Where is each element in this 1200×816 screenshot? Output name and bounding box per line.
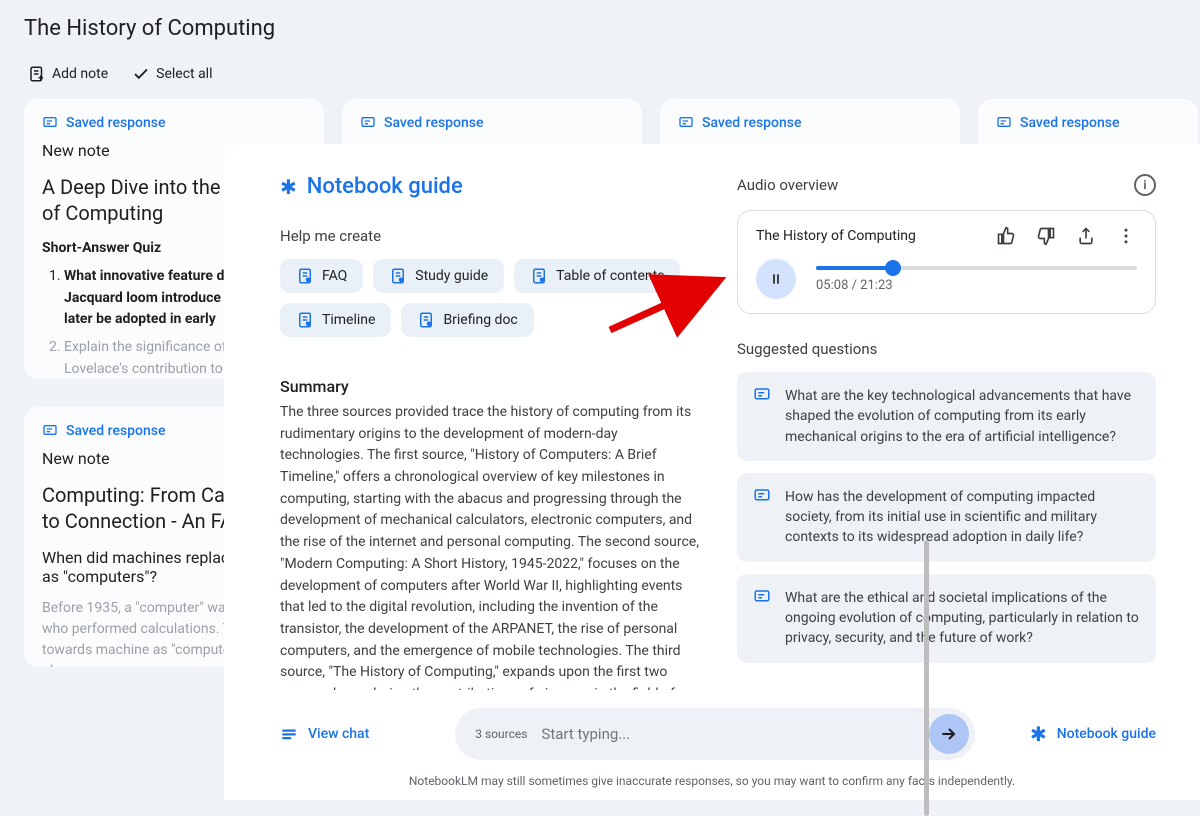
saved-response-badge: Saved response [678, 115, 942, 131]
guide-left-column: ✱ Notebook guide Help me create FAQ Stud… [224, 144, 729, 690]
suggested-question[interactable]: What are the key technological advanceme… [737, 372, 1156, 461]
toolbar: Add note Select all [0, 57, 1200, 99]
notebook-guide-link[interactable]: ✱ Notebook guide [1030, 722, 1156, 746]
chip-faq[interactable]: FAQ [280, 259, 363, 293]
summary-text: The three sources provided trace the his… [280, 402, 699, 690]
select-all-label: Select all [156, 66, 212, 82]
suggested-question[interactable]: What are the ethical and societal implic… [737, 574, 1156, 663]
doc-icon [296, 311, 314, 329]
saved-response-badge: Saved response [996, 115, 1180, 131]
chat-icon [678, 115, 694, 131]
notebook-guide-panel: ✱ Notebook guide Help me create FAQ Stud… [224, 144, 1200, 800]
chip-study-guide[interactable]: Study guide [373, 259, 504, 293]
doc-icon [530, 267, 548, 285]
add-note-label: Add note [52, 66, 108, 82]
saved-response-badge: Saved response [42, 115, 306, 131]
sparkle-icon: ✱ [280, 175, 297, 199]
chip-timeline[interactable]: Timeline [280, 303, 391, 337]
slider-fill [816, 266, 893, 270]
add-note-button[interactable]: Add note [28, 65, 108, 83]
audio-title: The History of Computing [756, 228, 916, 244]
chat-input[interactable] [541, 725, 929, 743]
help-me-create-label: Help me create [280, 227, 699, 245]
guide-title: ✱ Notebook guide [280, 174, 699, 199]
select-all-button[interactable]: Select all [132, 65, 212, 83]
guide-right-column: Audio overview i The History of Computin… [729, 144, 1200, 690]
chat-icon [42, 423, 58, 439]
panel-footer: View chat 3 sources ✱ Notebook guide [224, 690, 1200, 766]
sparkle-icon: ✱ [1030, 722, 1047, 746]
arrow-right-icon [939, 724, 959, 744]
chat-lines-icon [280, 725, 298, 743]
chip-briefing-doc[interactable]: Briefing doc [401, 303, 533, 337]
chat-input-bar: 3 sources [455, 708, 975, 760]
summary-heading: Summary [280, 377, 699, 396]
chat-icon [753, 386, 773, 447]
sources-count: 3 sources [475, 727, 527, 741]
more-menu-button[interactable] [1115, 225, 1137, 247]
suggested-question[interactable]: How has the development of computing imp… [737, 473, 1156, 562]
thumbs-down-button[interactable] [1035, 225, 1057, 247]
suggested-questions-list: What are the key technological advanceme… [737, 372, 1156, 663]
pause-icon [768, 271, 784, 287]
header: The History of Computing [0, 0, 1200, 57]
view-chat-button[interactable]: View chat [280, 725, 369, 743]
thumbs-up-button[interactable] [995, 225, 1017, 247]
doc-icon [389, 267, 407, 285]
info-icon[interactable]: i [1134, 174, 1156, 196]
scrollbar[interactable] [924, 540, 929, 816]
share-button[interactable] [1075, 225, 1097, 247]
chat-icon [996, 115, 1012, 131]
note-add-icon [28, 65, 46, 83]
suggested-questions-heading: Suggested questions [737, 340, 1156, 358]
check-icon [132, 65, 150, 83]
audio-progress-slider[interactable] [816, 266, 1137, 270]
audio-time: 05:08 / 21:23 [816, 278, 1137, 293]
doc-icon [417, 311, 435, 329]
pause-button[interactable] [756, 259, 796, 299]
chat-icon [753, 588, 773, 649]
page-title: The History of Computing [24, 16, 1176, 41]
audio-player-card: The History of Computing [737, 210, 1156, 314]
saved-response-badge: Saved response [360, 115, 624, 131]
doc-icon [296, 267, 314, 285]
chat-icon [360, 115, 376, 131]
send-button[interactable] [929, 714, 969, 754]
disclaimer-text: NotebookLM may still sometimes give inac… [224, 766, 1200, 800]
chat-icon [753, 487, 773, 548]
create-chips: FAQ Study guide Table of contents Timeli… [280, 259, 699, 337]
audio-overview-label: Audio overview [737, 176, 838, 194]
slider-thumb[interactable] [885, 260, 901, 276]
chat-icon [42, 115, 58, 131]
chip-toc[interactable]: Table of contents [514, 259, 680, 293]
